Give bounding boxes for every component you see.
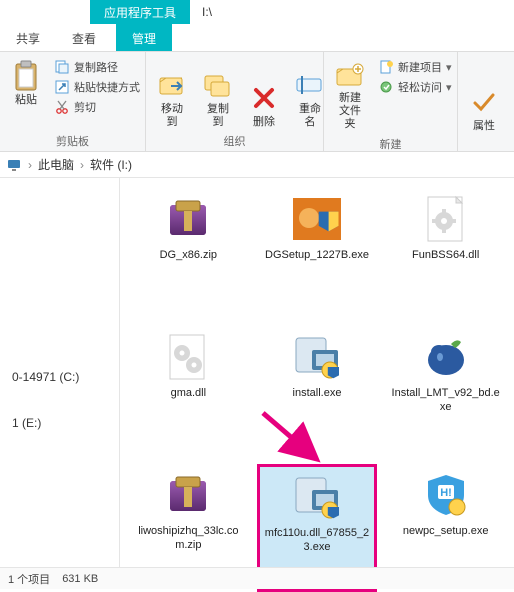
- paste-shortcut-icon: [54, 79, 70, 95]
- file-name: liwoshipizhq_33lc.com.zip: [133, 525, 243, 553]
- file-icon: [156, 331, 220, 383]
- copy-path-icon: [54, 59, 70, 75]
- delete-button[interactable]: 删除: [244, 56, 284, 131]
- status-selected-count: 1 个项目: [8, 571, 50, 587]
- file-name: FunBSS64.dll: [412, 249, 479, 263]
- checkmark-icon: [468, 86, 500, 118]
- monitor-icon: [6, 157, 22, 173]
- paste-label: 粘贴: [15, 94, 37, 107]
- rename-icon: [294, 69, 326, 101]
- file-icon: [414, 193, 478, 245]
- chevron-right-icon: ›: [80, 158, 84, 172]
- file-item[interactable]: DG_x86.zip: [128, 188, 249, 316]
- copy-to-button[interactable]: 复制到: [198, 56, 238, 131]
- navigation-pane[interactable]: 0-14971 (C:) 1 (E:): [0, 178, 120, 567]
- chevron-down-icon: ▾: [446, 81, 452, 94]
- scissors-icon: [54, 99, 70, 115]
- file-icon: [285, 331, 349, 383]
- breadcrumb[interactable]: › 此电脑 › 软件 (I:): [0, 152, 514, 178]
- copy-to-label: 复制到: [202, 103, 234, 129]
- crumb-pc[interactable]: 此电脑: [38, 156, 74, 173]
- new-folder-label: 新建 文件夹: [334, 92, 366, 132]
- new-folder-icon: [334, 58, 366, 90]
- file-name: gma.dll: [171, 387, 206, 401]
- file-icon: [156, 469, 220, 521]
- ribbon: 粘贴 复制路径 粘贴快捷方式 剪切 剪贴板: [0, 52, 514, 152]
- group-label-new: 新建: [330, 134, 451, 152]
- cut-button[interactable]: 剪切: [52, 98, 142, 116]
- contextual-tab-app-tools[interactable]: 应用程序工具: [90, 0, 190, 24]
- file-item[interactable]: gma.dll: [128, 326, 249, 454]
- paste-button[interactable]: 粘贴: [6, 58, 46, 109]
- file-item[interactable]: install.exe: [257, 326, 378, 454]
- status-bar: 1 个项目 631 KB: [0, 567, 514, 589]
- easy-access-icon: [378, 79, 394, 95]
- delete-x-icon: [248, 82, 280, 114]
- file-name: newpc_setup.exe: [403, 525, 489, 539]
- tab-manage[interactable]: 管理: [116, 24, 172, 51]
- file-icon: H!: [414, 469, 478, 521]
- ribbon-tabs: 共享 查看 管理: [0, 24, 514, 52]
- new-item-icon: [378, 59, 394, 75]
- rename-label: 重命名: [294, 103, 326, 129]
- crumb-drive[interactable]: 软件 (I:): [90, 156, 132, 173]
- copy-path-label: 复制路径: [74, 59, 118, 75]
- properties-button[interactable]: 属性: [464, 56, 504, 135]
- move-to-label: 移动到: [156, 103, 188, 129]
- cut-label: 剪切: [74, 99, 96, 115]
- easy-access-label: 轻松访问: [398, 79, 442, 95]
- file-item[interactable]: FunBSS64.dll: [385, 188, 506, 316]
- file-item[interactable]: DGSetup_1227B.exe: [257, 188, 378, 316]
- file-icon: [414, 331, 478, 383]
- ribbon-group-new: 新建 文件夹 新建项目 ▾ 轻松访问 ▾ 新建: [324, 52, 458, 151]
- nav-drive-e[interactable]: 1 (E:): [4, 410, 115, 436]
- file-name: Install_LMT_v92_bd.exe: [391, 387, 501, 415]
- status-selected-size: 631 KB: [62, 573, 98, 585]
- nav-drive-c[interactable]: 0-14971 (C:): [4, 364, 115, 390]
- paste-shortcut-button[interactable]: 粘贴快捷方式: [52, 78, 142, 96]
- move-to-button[interactable]: 移动到: [152, 56, 192, 131]
- file-icon: [285, 471, 349, 523]
- group-label-organize: 组织: [152, 131, 317, 149]
- clipboard-icon: [10, 60, 42, 92]
- window-title-path: I:\: [190, 0, 224, 24]
- copy-to-icon: [202, 69, 234, 101]
- file-name: DG_x86.zip: [160, 249, 217, 263]
- properties-label: 属性: [473, 120, 495, 133]
- delete-label: 删除: [253, 116, 275, 129]
- new-item-button[interactable]: 新建项目 ▾: [376, 58, 454, 76]
- file-name: DGSetup_1227B.exe: [265, 249, 369, 263]
- file-grid[interactable]: DG_x86.zip DGSetup_1227B.exe FunBSS64.dll g…: [120, 178, 514, 567]
- chevron-right-icon: ›: [28, 158, 32, 172]
- new-item-label: 新建项目: [398, 59, 442, 75]
- file-icon: [285, 193, 349, 245]
- move-to-icon: [156, 69, 188, 101]
- easy-access-button[interactable]: 轻松访问 ▾: [376, 78, 454, 96]
- file-name: install.exe: [293, 387, 342, 401]
- file-icon: [156, 193, 220, 245]
- file-item[interactable]: Install_LMT_v92_bd.exe: [385, 326, 506, 454]
- new-folder-button[interactable]: 新建 文件夹: [330, 56, 370, 134]
- ribbon-group-organize: 移动到 复制到 删除 重命名 组织: [146, 52, 324, 151]
- title-bar: 应用程序工具 I:\: [0, 0, 514, 24]
- file-name: mfc110u.dll_67855_23.exe: [264, 527, 371, 555]
- ribbon-group-clipboard: 粘贴 复制路径 粘贴快捷方式 剪切 剪贴板: [0, 52, 146, 151]
- tab-view[interactable]: 查看: [56, 24, 112, 51]
- group-label-clipboard: 剪贴板: [6, 131, 139, 149]
- tab-share[interactable]: 共享: [0, 24, 56, 51]
- paste-shortcut-label: 粘贴快捷方式: [74, 79, 140, 95]
- svg-text:H!: H!: [440, 487, 452, 499]
- copy-path-button[interactable]: 复制路径: [52, 58, 142, 76]
- chevron-down-icon: ▾: [446, 61, 452, 74]
- ribbon-group-properties: 属性: [458, 52, 508, 151]
- content-area: 0-14971 (C:) 1 (E:) DG_x86.zip DGSetup_12…: [0, 178, 514, 567]
